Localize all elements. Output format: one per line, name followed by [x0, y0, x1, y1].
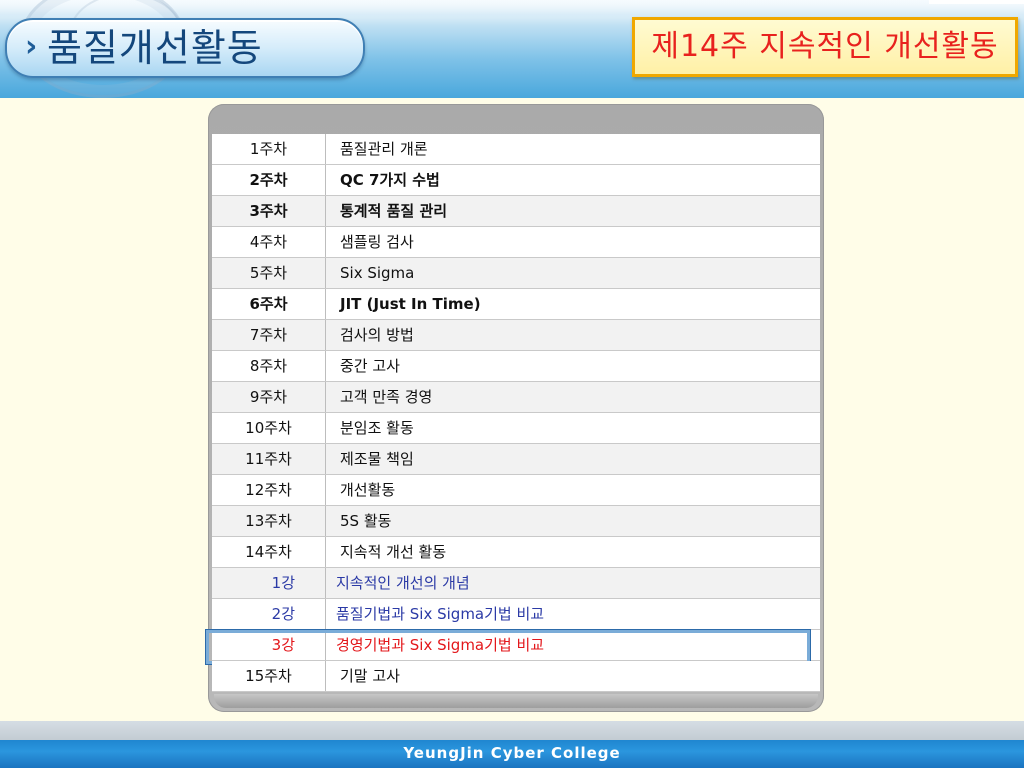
header-band: › 품질개선활동 제14주 지속적인 개선활동	[0, 0, 1024, 98]
course-title: 품질개선활동	[47, 26, 263, 70]
syllabus-row-week-3[interactable]: 3주차 통계적 품질 관리	[212, 196, 820, 227]
week-label: 5주차	[212, 258, 326, 288]
week-label: 15주차	[212, 661, 326, 691]
week-label: 6주차	[212, 289, 326, 319]
week-title: JIT (Just In Time)	[340, 295, 481, 313]
week-title: 중간 고사	[340, 357, 400, 375]
week-label: 13주차	[212, 506, 326, 536]
syllabus-row-week-5[interactable]: 5주차 Six Sigma	[212, 258, 820, 289]
week-label: 7주차	[212, 320, 326, 350]
week-heading: 제14주 지속적인 개선활동	[651, 29, 999, 64]
lecture-row-1[interactable]: 1강 지속적인 개선의 개념	[212, 568, 820, 599]
syllabus-row-week-8[interactable]: 8주차 중간 고사	[212, 351, 820, 382]
syllabus-row-week-13[interactable]: 13주차 5S 활동	[212, 506, 820, 537]
week-label: 2주차	[212, 165, 326, 195]
week-label: 14주차	[212, 537, 326, 567]
lecture-title-link[interactable]: 경영기법과 Six Sigma기법 비교	[336, 630, 544, 660]
week-title: Six Sigma	[340, 264, 415, 282]
week-heading-box: 제14주 지속적인 개선활동	[632, 17, 1018, 77]
week-title: 지속적 개선 활동	[340, 543, 447, 561]
syllabus-row-week-6[interactable]: 6주차 JIT (Just In Time)	[212, 289, 820, 320]
lecture-title-link[interactable]: 지속적인 개선의 개념	[336, 568, 470, 598]
week-title: 개선활동	[340, 481, 396, 499]
week-label: 8주차	[212, 351, 326, 381]
footer-bar: YeungJin Cyber College	[0, 740, 1024, 768]
syllabus-row-week-4[interactable]: 4주차 샘플링 검사	[212, 227, 820, 258]
syllabus-row-week-14[interactable]: 14주차 지속적 개선 활동	[212, 537, 820, 568]
week-label: 3주차	[212, 196, 326, 226]
syllabus-panel: 1주차 품질관리 개론 2주차 QC 7가지 수법 3주차 통계적 품질 관리 …	[206, 104, 824, 712]
syllabus-row-week-15[interactable]: 15주차 기말 고사	[212, 661, 820, 692]
week-title: 고객 만족 경영	[340, 388, 433, 406]
lecture-number: 3강	[212, 630, 326, 660]
lecture-number: 2강	[212, 599, 326, 629]
syllabus-row-week-2[interactable]: 2주차 QC 7가지 수법	[212, 165, 820, 196]
header-strip	[929, 0, 1024, 4]
syllabus-row-week-10[interactable]: 10주차 분임조 활동	[212, 413, 820, 444]
syllabus-list: 1주차 품질관리 개론 2주차 QC 7가지 수법 3주차 통계적 품질 관리 …	[206, 134, 820, 692]
week-label: 4주차	[212, 227, 326, 257]
week-label: 9주차	[212, 382, 326, 412]
college-name: YeungJin Cyber College	[403, 744, 621, 762]
lecture-row-2[interactable]: 2강 품질기법과 Six Sigma기법 비교	[212, 599, 820, 630]
week-label: 1주차	[212, 134, 326, 164]
week-label: 10주차	[212, 413, 326, 443]
week-label: 12주차	[212, 475, 326, 505]
week-title: 제조물 책임	[340, 450, 414, 468]
syllabus-row-week-12[interactable]: 12주차 개선활동	[212, 475, 820, 506]
syllabus-row-week-7[interactable]: 7주차 검사의 방법	[212, 320, 820, 351]
week-title: 샘플링 검사	[340, 233, 414, 251]
lecture-row-3-current[interactable]: 3강 경영기법과 Six Sigma기법 비교	[206, 630, 820, 664]
week-title: 기말 고사	[340, 667, 400, 685]
week-title: 통계적 품질 관리	[340, 202, 448, 220]
chevron-right-icon: ›	[25, 29, 38, 64]
week-title: 검사의 방법	[340, 326, 414, 344]
syllabus-row-week-11[interactable]: 11주차 제조물 책임	[212, 444, 820, 475]
week-title: 품질관리 개론	[340, 140, 428, 158]
lecture-title-link[interactable]: 품질기법과 Six Sigma기법 비교	[336, 599, 544, 629]
course-title-badge: › 품질개선활동	[5, 18, 365, 78]
week-label: 11주차	[212, 444, 326, 474]
week-title: 5S 활동	[340, 512, 392, 530]
footer-divider	[0, 721, 1024, 740]
lecture-number: 1강	[212, 568, 326, 598]
week-title: 분임조 활동	[340, 419, 414, 437]
week-title: QC 7가지 수법	[340, 171, 440, 189]
syllabus-row-week-1[interactable]: 1주차 품질관리 개론	[212, 134, 820, 165]
panel-bottom-edge	[214, 694, 818, 708]
syllabus-row-week-9[interactable]: 9주차 고객 만족 경영	[212, 382, 820, 413]
